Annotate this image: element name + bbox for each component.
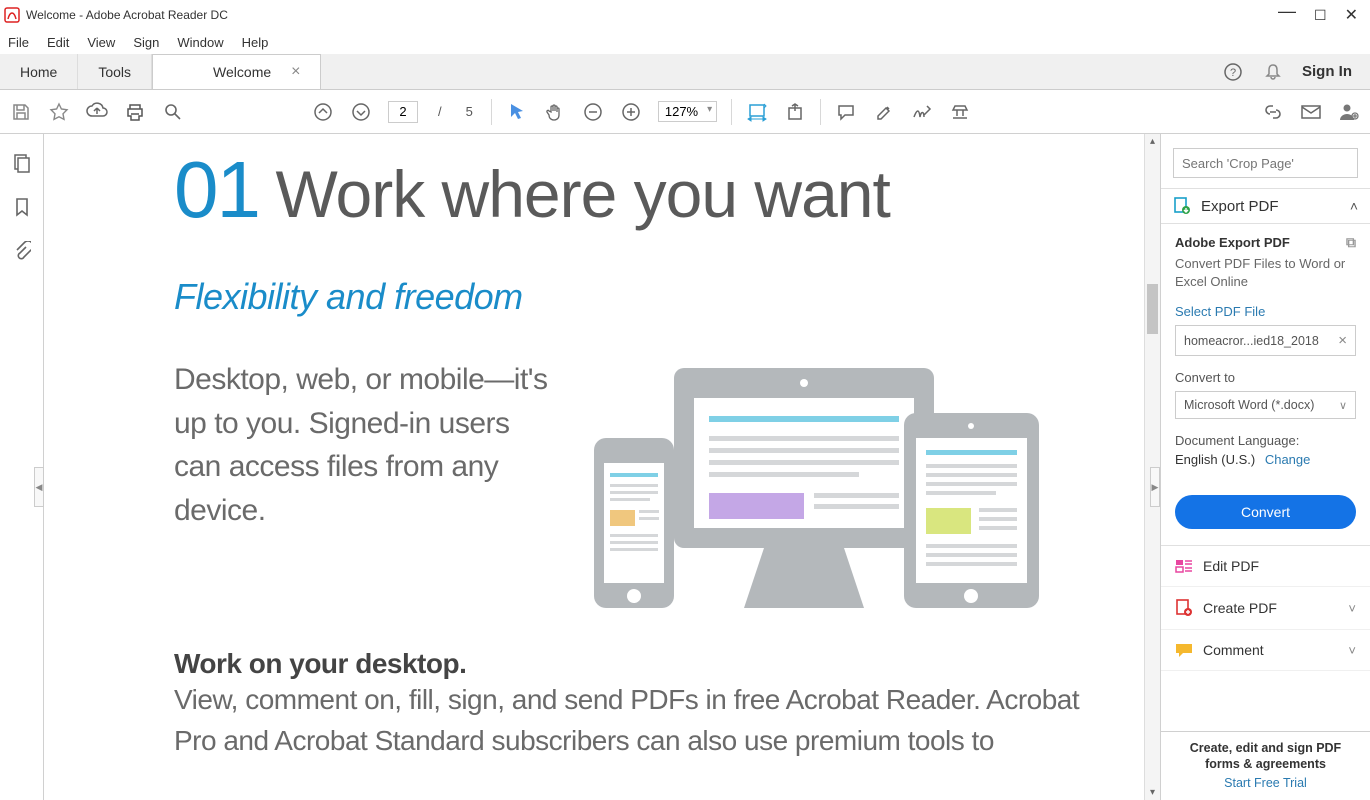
- menu-window[interactable]: Window: [177, 35, 223, 50]
- menu-sign[interactable]: Sign: [133, 35, 159, 50]
- left-sidebar: ◀: [0, 134, 44, 800]
- fit-page-icon[interactable]: [784, 101, 806, 123]
- menu-edit[interactable]: Edit: [47, 35, 69, 50]
- tab-tools[interactable]: Tools: [78, 54, 152, 89]
- edit-pdf-icon: [1175, 558, 1193, 574]
- window-title: Welcome - Adobe Acrobat Reader DC: [26, 8, 228, 22]
- tool-comment[interactable]: Comment ˅: [1161, 630, 1370, 671]
- page-total: 5: [462, 104, 477, 119]
- chevron-down-icon: ∨: [1339, 399, 1347, 412]
- clear-file-icon[interactable]: ×: [1338, 332, 1347, 349]
- toolbar: / 5 127%: [0, 90, 1370, 134]
- start-trial-link[interactable]: Start Free Trial: [1171, 776, 1360, 790]
- attachment-icon[interactable]: [11, 240, 33, 262]
- page-number-heading: 01: [174, 145, 259, 234]
- cloud-upload-icon[interactable]: [86, 101, 108, 123]
- right-panel: ▶ Export PDF ˄ Adobe Export PDF⧉ Convert…: [1160, 134, 1370, 800]
- zoom-out-icon[interactable]: [582, 101, 604, 123]
- tool-search-input[interactable]: [1173, 148, 1358, 178]
- pdf-page: 01 Work where you want Flexibility and f…: [44, 134, 1144, 800]
- export-title: Adobe Export PDF: [1175, 235, 1290, 250]
- minimize-button[interactable]: —: [1278, 1, 1296, 22]
- promo-footer: Create, edit and sign PDF forms & agreem…: [1161, 731, 1370, 800]
- chevron-down-icon: ˅: [1348, 643, 1356, 658]
- doc-language-value: English (U.S.): [1175, 452, 1255, 467]
- comment-tool-icon: [1175, 642, 1193, 658]
- export-desc: Convert PDF Files to Word or Excel Onlin…: [1175, 255, 1356, 290]
- page-heading: Work where you want: [275, 157, 889, 231]
- convert-button[interactable]: Convert: [1175, 495, 1356, 529]
- page-number-input[interactable]: [388, 101, 418, 123]
- menubar: File Edit View Sign Window Help: [0, 30, 1370, 54]
- promo-text: Create, edit and sign PDF forms & agreem…: [1171, 740, 1360, 773]
- bookmark-icon[interactable]: [11, 196, 33, 218]
- save-icon[interactable]: [10, 101, 32, 123]
- tool-edit-pdf[interactable]: Edit PDF: [1161, 546, 1370, 587]
- highlight-icon[interactable]: [873, 101, 895, 123]
- comment-icon[interactable]: [835, 101, 857, 123]
- print-icon[interactable]: [124, 101, 146, 123]
- tool-create-pdf[interactable]: Create PDF ˅: [1161, 587, 1370, 630]
- hand-tool-icon[interactable]: [544, 101, 566, 123]
- sign-icon[interactable]: [911, 101, 933, 123]
- tab-welcome[interactable]: Welcome ×: [152, 54, 321, 89]
- help-icon[interactable]: ?: [1222, 61, 1244, 83]
- right-collapse-handle[interactable]: ▶: [1150, 467, 1160, 507]
- menu-view[interactable]: View: [87, 35, 115, 50]
- fit-width-icon[interactable]: [746, 101, 768, 123]
- add-person-icon[interactable]: [1338, 101, 1360, 123]
- tab-home[interactable]: Home: [0, 54, 78, 89]
- page-body: Desktop, web, or mobile—it's up to you. …: [174, 358, 554, 532]
- mail-icon[interactable]: [1300, 101, 1322, 123]
- section-body: View, comment on, fill, sign, and send P…: [174, 680, 1104, 761]
- popout-icon[interactable]: ⧉: [1346, 234, 1356, 251]
- convert-format-select[interactable]: Microsoft Word (*.docx) ∨: [1175, 391, 1356, 419]
- chevron-down-icon: ˅: [1348, 601, 1356, 616]
- page-up-icon[interactable]: [312, 101, 334, 123]
- devices-illustration: [584, 358, 1104, 618]
- close-tab-icon[interactable]: ×: [291, 63, 300, 81]
- titlebar: Welcome - Adobe Acrobat Reader DC — ☐ ✕: [0, 0, 1370, 30]
- search-icon[interactable]: [162, 101, 184, 123]
- page-subhead: Flexibility and freedom: [174, 276, 1104, 318]
- bell-icon[interactable]: [1262, 61, 1284, 83]
- zoom-select[interactable]: 127%: [658, 101, 717, 122]
- convert-to-label: Convert to: [1175, 370, 1356, 385]
- selected-file[interactable]: homeacror...ied18_2018 ×: [1175, 325, 1356, 356]
- scrollbar-thumb[interactable]: [1147, 284, 1158, 334]
- zoom-in-icon[interactable]: [620, 101, 642, 123]
- close-button[interactable]: ✕: [1345, 5, 1358, 25]
- menu-file[interactable]: File: [8, 35, 29, 50]
- tab-bar: Home Tools Welcome × ? Sign In: [0, 54, 1370, 90]
- svg-text:?: ?: [1230, 67, 1236, 79]
- page-down-icon[interactable]: [350, 101, 372, 123]
- document-viewport[interactable]: 01 Work where you want Flexibility and f…: [44, 134, 1160, 800]
- link-icon[interactable]: [1262, 101, 1284, 123]
- main-area: ◀ 01 Work where you want Flexibility and…: [0, 134, 1370, 800]
- star-icon[interactable]: [48, 101, 70, 123]
- page-separator: /: [434, 104, 446, 119]
- menu-help[interactable]: Help: [242, 35, 269, 50]
- export-pdf-header[interactable]: Export PDF ˄: [1161, 188, 1370, 224]
- export-pdf-body: Adobe Export PDF ⧉ Convert PDF Files to W…: [1161, 224, 1370, 546]
- change-language-link[interactable]: Change: [1265, 452, 1311, 467]
- thumbnails-icon[interactable]: [11, 152, 33, 174]
- select-file-label[interactable]: Select PDF File: [1175, 304, 1356, 319]
- select-tool-icon[interactable]: [506, 101, 528, 123]
- maximize-button[interactable]: ☐: [1314, 7, 1327, 24]
- chevron-up-icon: ˄: [1350, 198, 1358, 214]
- create-pdf-icon: [1175, 599, 1193, 617]
- left-collapse-handle[interactable]: ◀: [34, 467, 44, 507]
- signin-button[interactable]: Sign In: [1302, 63, 1352, 80]
- acrobat-app-icon: [4, 7, 20, 23]
- section-heading: Work on your desktop.: [174, 648, 1104, 680]
- export-pdf-icon: [1173, 197, 1191, 215]
- doc-language-label: Document Language:: [1175, 433, 1356, 448]
- stamp-icon[interactable]: [949, 101, 971, 123]
